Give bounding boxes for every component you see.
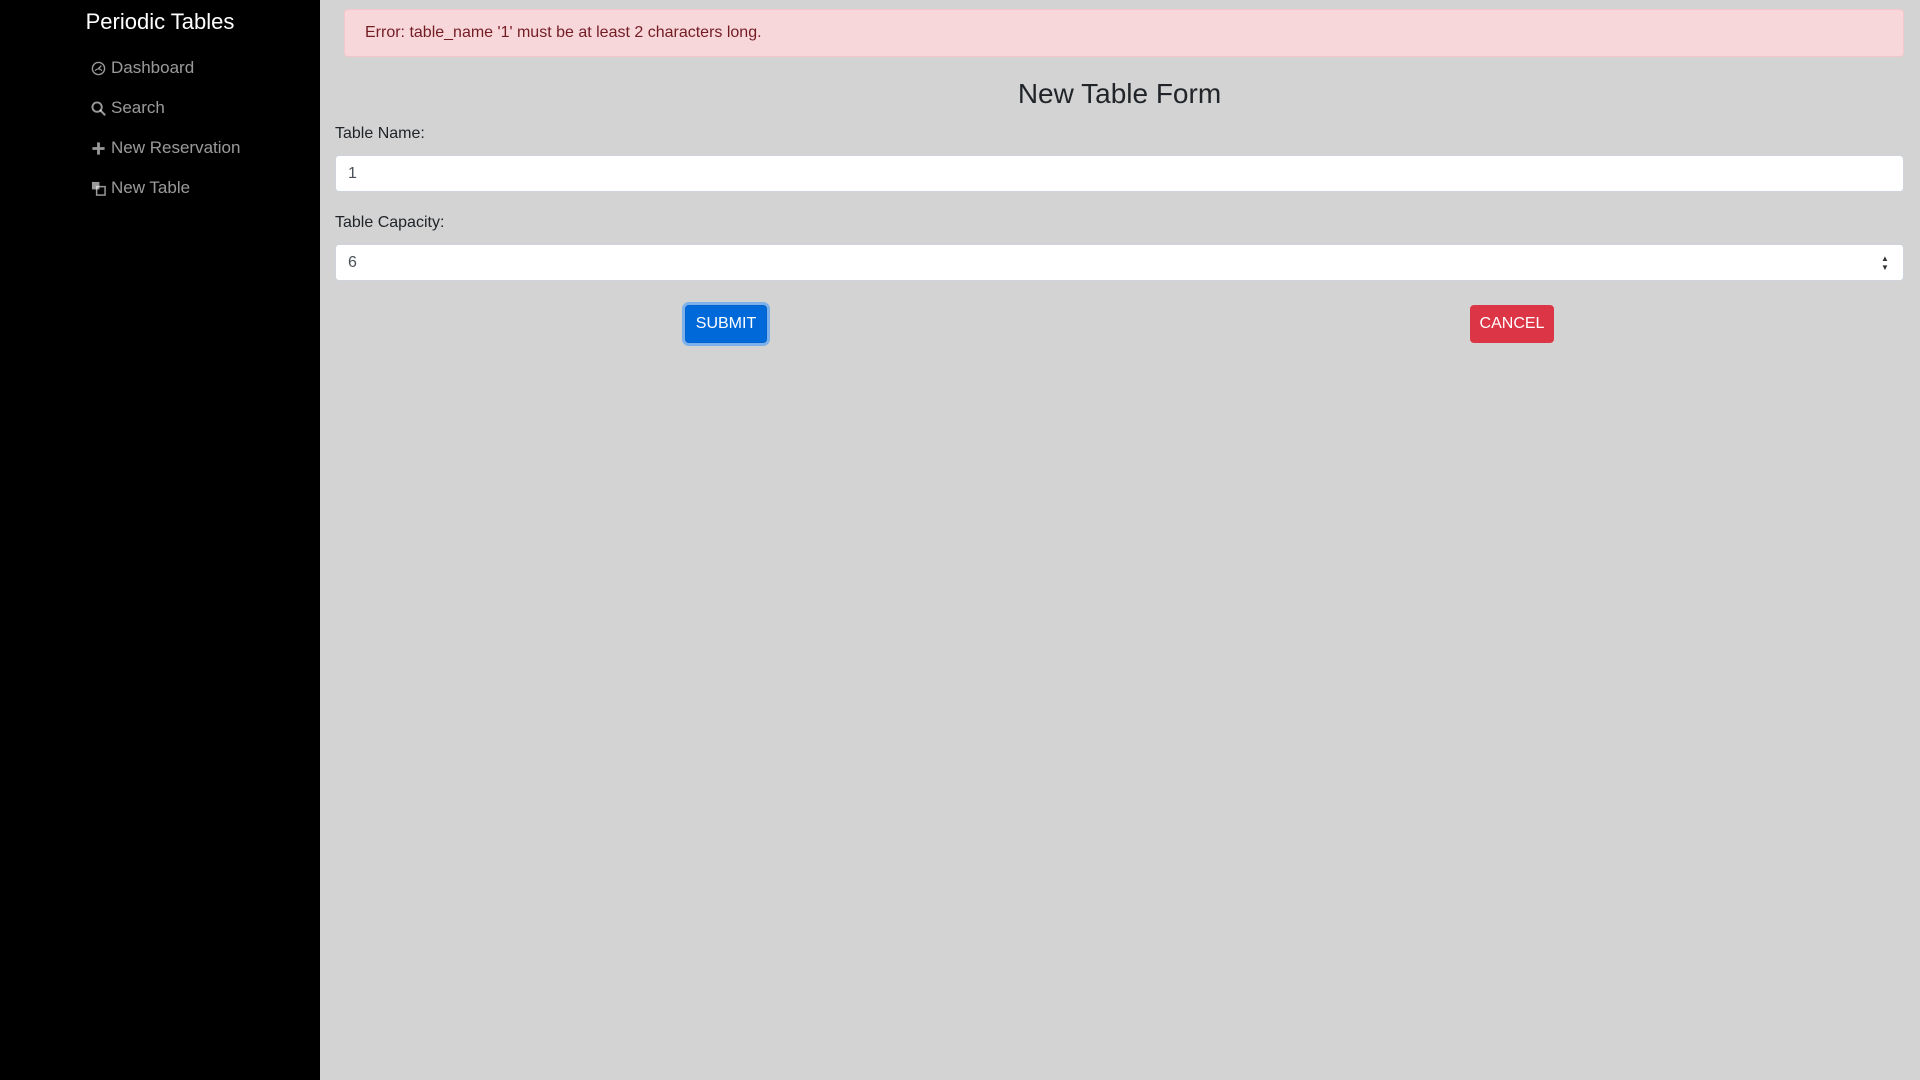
form-actions: SUBMIT CANCEL xyxy=(335,305,1904,365)
number-spinner[interactable]: ▲ ▼ xyxy=(1879,252,1891,274)
table-capacity-input[interactable]: 6 ▲ ▼ xyxy=(335,244,1904,281)
table-capacity-group: Table Capacity: 6 ▲ ▼ xyxy=(335,214,1904,281)
sidebar-item-dashboard[interactable]: Dashboard xyxy=(0,48,320,88)
table-capacity-value: 6 xyxy=(348,253,357,271)
sidebar-item-label: New Reservation xyxy=(111,138,241,157)
layers-icon xyxy=(90,180,107,197)
sidebar-item-label: New Table xyxy=(111,178,191,197)
sidebar-item-new-reservation[interactable]: New Reservation xyxy=(0,128,320,168)
table-name-group: Table Name: 1 xyxy=(335,125,1904,192)
submit-button[interactable]: SUBMIT xyxy=(685,305,767,343)
dashboard-icon xyxy=(90,60,107,77)
main-content: Error: table_name '1' must be at least 2… xyxy=(320,0,1920,1080)
new-table-form: Table Name: 1 Table Capacity: 6 ▲ ▼ SUBM… xyxy=(335,125,1904,365)
cancel-button[interactable]: CANCEL xyxy=(1470,305,1554,343)
sidebar-item-label: Search xyxy=(111,98,165,117)
table-name-value: 1 xyxy=(348,164,357,182)
sidebar-nav: Dashboard Search New Reservation New Tab… xyxy=(0,48,320,208)
error-message: Error: table_name '1' must be at least 2… xyxy=(365,24,762,41)
search-icon xyxy=(90,100,107,117)
brand-title[interactable]: Periodic Tables xyxy=(0,0,320,42)
spinner-down-icon[interactable]: ▼ xyxy=(1881,263,1889,272)
table-name-label: Table Name: xyxy=(335,125,425,142)
table-capacity-label: Table Capacity: xyxy=(335,214,445,231)
sidebar: Periodic Tables Dashboard Search New Res… xyxy=(0,0,320,1080)
spinner-up-icon[interactable]: ▲ xyxy=(1881,254,1889,263)
page-title: New Table Form xyxy=(1017,78,1222,109)
plus-icon xyxy=(90,140,107,157)
error-alert: Error: table_name '1' must be at least 2… xyxy=(344,9,1904,57)
sidebar-item-label: Dashboard xyxy=(111,58,195,77)
sidebar-item-search[interactable]: Search xyxy=(0,88,320,128)
sidebar-item-new-table[interactable]: New Table xyxy=(0,168,320,208)
table-name-input[interactable]: 1 xyxy=(335,155,1904,192)
